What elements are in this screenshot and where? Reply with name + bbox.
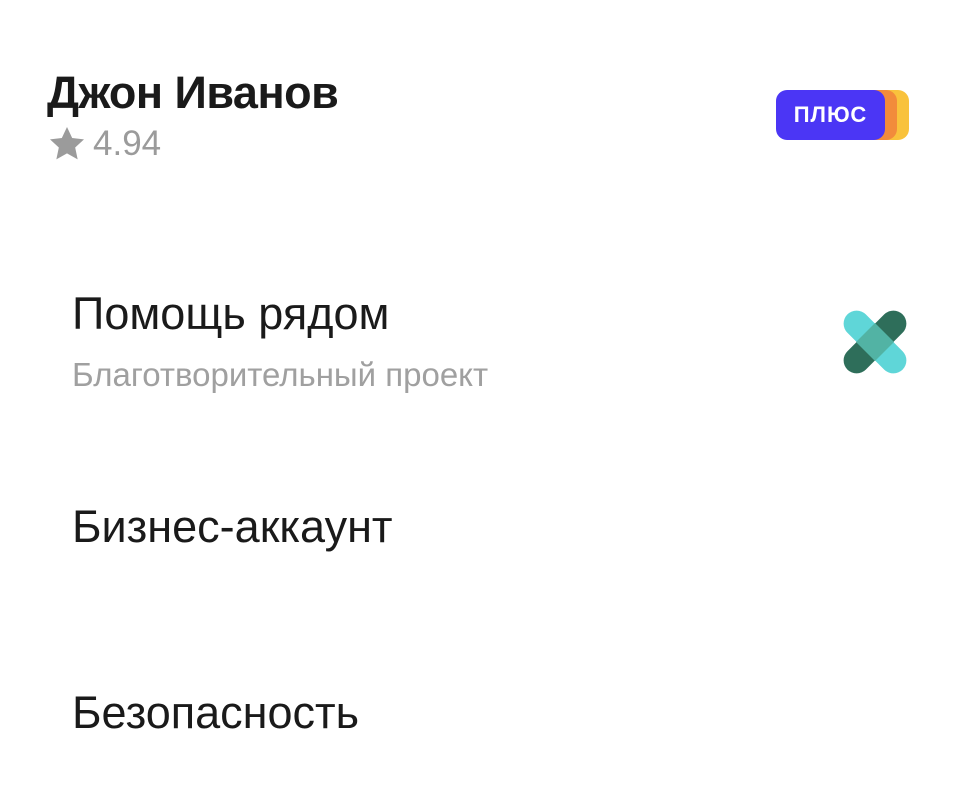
menu-item-business-account[interactable]: Бизнес-аккаунт — [72, 500, 908, 560]
rating: 4.94 — [47, 124, 338, 164]
star-icon — [50, 127, 84, 160]
profile-name: Джон Иванов — [47, 67, 339, 118]
profile-header[interactable]: Джон Иванов 4.94 — [47, 64, 339, 164]
menu-item-help-nearby[interactable]: Помощь рядом Благотворительный проект — [72, 287, 908, 407]
plus-badge[interactable]: ПЛЮС — [776, 90, 909, 140]
menu-item-title: Помощь рядом — [72, 288, 390, 339]
rating-value: 4.94 — [93, 124, 162, 163]
help-nearby-logo-icon — [843, 310, 907, 374]
menu-item-title: Бизнес-аккаунт — [72, 501, 393, 552]
menu-item-title: Безопасность — [72, 687, 360, 738]
plus-badge-label: ПЛЮС — [776, 90, 885, 140]
menu-item-security[interactable]: Безопасность — [72, 686, 908, 746]
menu-item-subtitle: Благотворительный проект — [72, 356, 489, 393]
